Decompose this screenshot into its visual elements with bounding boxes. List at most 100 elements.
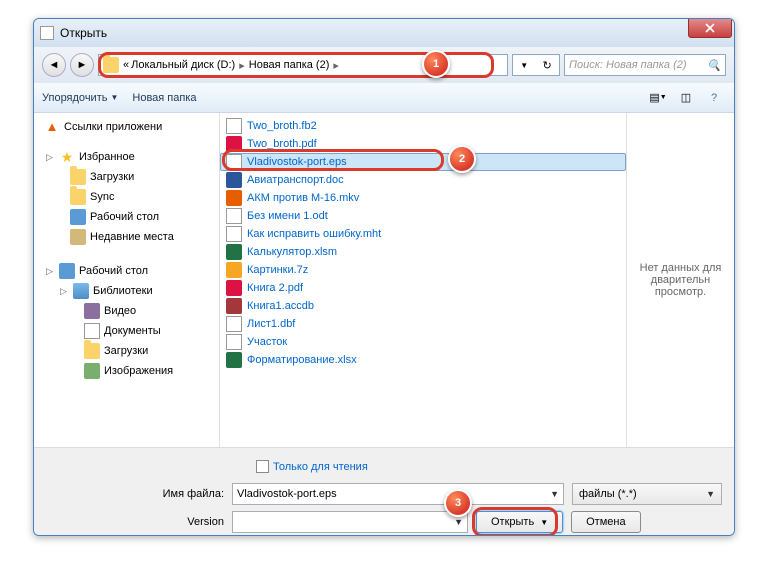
file-item[interactable]: Картинки.7z bbox=[220, 261, 626, 279]
version-label: Version bbox=[46, 516, 224, 528]
preview-pane-button[interactable]: ◫ bbox=[674, 87, 698, 109]
file-list: Two_broth.fb2 Two_broth.pdf Vladivostok-… bbox=[220, 113, 626, 447]
nav-back-button[interactable]: ◄ bbox=[42, 53, 66, 77]
images-icon bbox=[84, 363, 100, 379]
titlebar: Открыть bbox=[34, 19, 734, 47]
tree-app-links[interactable]: ▲Ссылки приложени bbox=[34, 117, 219, 137]
callout-2: 2 bbox=[448, 145, 476, 173]
sidebar: ▲Ссылки приложени ▷★Избранное Загрузки S… bbox=[34, 113, 220, 447]
tree-images[interactable]: Изображения bbox=[34, 361, 219, 381]
file-item[interactable]: Two_broth.pdf bbox=[220, 135, 626, 153]
view-icon: ▤ bbox=[649, 91, 659, 104]
file-item[interactable]: Форматирование.xlsx bbox=[220, 351, 626, 369]
nav-forward-button[interactable]: ► bbox=[70, 53, 94, 77]
search-icon: 🔍 bbox=[707, 59, 721, 72]
chevron-down-icon: ▼ bbox=[550, 489, 559, 499]
file-item[interactable]: Участок bbox=[220, 333, 626, 351]
libraries-icon bbox=[73, 283, 89, 299]
window-title: Открыть bbox=[60, 26, 107, 40]
excel-icon bbox=[226, 244, 242, 260]
file-item[interactable]: Лист1.dbf bbox=[220, 315, 626, 333]
file-icon bbox=[226, 226, 242, 242]
search-placeholder: Поиск: Новая папка (2) bbox=[569, 59, 687, 71]
help-button[interactable]: ? bbox=[702, 87, 726, 109]
preview-pane: Нет данных для дварительн просмотр. bbox=[626, 113, 734, 447]
open-button[interactable]: Открыть ▼ bbox=[476, 511, 563, 533]
split-arrow-icon: ▼ bbox=[540, 518, 548, 527]
bottom-panel: Только для чтения Имя файла: Vladivostok… bbox=[34, 447, 734, 536]
folder-icon bbox=[84, 343, 100, 359]
refresh-icon[interactable]: ↻ bbox=[543, 59, 552, 72]
address-actions: ▼ ↻ bbox=[512, 54, 560, 76]
readonly-checkbox[interactable] bbox=[256, 460, 269, 473]
pdf-icon bbox=[226, 280, 242, 296]
readonly-label: Только для чтения bbox=[273, 461, 368, 473]
excel-icon bbox=[226, 352, 242, 368]
folder-icon bbox=[70, 169, 86, 185]
file-item-selected[interactable]: Vladivostok-port.eps bbox=[220, 153, 626, 171]
tree-recent[interactable]: Недавние места bbox=[34, 227, 219, 247]
navbar: ◄ ► « Локальный диск (D:) ▸ Новая папка … bbox=[34, 47, 734, 83]
chevron-down-icon: ▼ bbox=[660, 94, 667, 101]
filename-input[interactable]: Vladivostok-port.eps ▼ bbox=[232, 483, 564, 505]
word-icon bbox=[226, 172, 242, 188]
desktop-icon bbox=[70, 209, 86, 225]
app-icon bbox=[40, 26, 54, 40]
filter-combo[interactable]: файлы (*.*) ▼ bbox=[572, 483, 722, 505]
version-row: Version ▼ Открыть ▼ 3 Отмена bbox=[46, 511, 722, 533]
tree-sync[interactable]: Sync bbox=[34, 187, 219, 207]
tree-videos[interactable]: Видео bbox=[34, 301, 219, 321]
breadcrumb-prefix: « bbox=[123, 59, 129, 71]
star-icon: ★ bbox=[59, 149, 75, 165]
tree-downloads-lib[interactable]: Загрузки bbox=[34, 341, 219, 361]
tree-desktop[interactable]: ▷Рабочий стол bbox=[34, 261, 219, 281]
archive-icon bbox=[226, 262, 242, 278]
arrow-left-icon: ◄ bbox=[49, 59, 60, 71]
pdf-icon bbox=[226, 136, 242, 152]
breadcrumb-part1[interactable]: Локальный диск (D:) bbox=[131, 59, 235, 71]
tree-downloads[interactable]: Загрузки bbox=[34, 167, 219, 187]
recent-icon bbox=[70, 229, 86, 245]
callout-1: 1 bbox=[422, 50, 450, 78]
close-button[interactable] bbox=[688, 18, 732, 38]
expand-icon: ▷ bbox=[58, 286, 69, 297]
view-options-button[interactable]: ▤ ▼ bbox=[646, 87, 670, 109]
filename-row: Имя файла: Vladivostok-port.eps ▼ файлы … bbox=[46, 483, 722, 505]
video-icon bbox=[226, 190, 242, 206]
breadcrumb-part2[interactable]: Новая папка (2) bbox=[249, 59, 330, 71]
help-icon: ? bbox=[711, 92, 717, 104]
tree-documents[interactable]: Документы bbox=[34, 321, 219, 341]
cancel-button[interactable]: Отмена bbox=[571, 511, 640, 533]
file-item[interactable]: Книга 2.pdf bbox=[220, 279, 626, 297]
open-dialog: Открыть ◄ ► « Локальный диск (D:) ▸ Нова… bbox=[33, 18, 735, 536]
new-folder-button[interactable]: Новая папка bbox=[132, 92, 196, 104]
tree-desktop-fav[interactable]: Рабочий стол bbox=[34, 207, 219, 227]
arrow-right-icon: ► bbox=[77, 59, 88, 71]
search-input[interactable]: Поиск: Новая папка (2) 🔍 bbox=[564, 54, 726, 76]
file-item[interactable]: Книга1.accdb bbox=[220, 297, 626, 315]
file-icon bbox=[226, 208, 242, 224]
folder-icon bbox=[103, 57, 119, 73]
filter-text: файлы (*.*) bbox=[579, 488, 637, 500]
readonly-row: Только для чтения bbox=[46, 456, 722, 483]
expand-icon: ▷ bbox=[44, 266, 55, 277]
file-item[interactable]: Без имени 1.odt bbox=[220, 207, 626, 225]
tree-libraries[interactable]: ▷Библиотеки bbox=[34, 281, 219, 301]
callout-3: 3 bbox=[444, 489, 472, 517]
version-combo[interactable]: ▼ bbox=[232, 511, 468, 533]
chevron-down-icon: ▼ bbox=[706, 489, 715, 499]
file-item[interactable]: Калькулятор.xlsm bbox=[220, 243, 626, 261]
file-item[interactable]: Авиатранспорт.doc bbox=[220, 171, 626, 189]
chevron-down-icon[interactable]: ▼ bbox=[520, 61, 528, 70]
filename-value: Vladivostok-port.eps bbox=[237, 488, 337, 500]
expand-icon: ▷ bbox=[44, 152, 55, 163]
organize-menu[interactable]: Упорядочить ▼ bbox=[42, 92, 118, 104]
file-item[interactable]: Как исправить ошибку.mht bbox=[220, 225, 626, 243]
file-item[interactable]: Two_broth.fb2 bbox=[220, 117, 626, 135]
chevron-right-icon: ▸ bbox=[331, 59, 341, 72]
tree-favorites[interactable]: ▷★Избранное bbox=[34, 147, 219, 167]
file-item[interactable]: АКМ против М-16.mkv bbox=[220, 189, 626, 207]
content: ▲Ссылки приложени ▷★Избранное Загрузки S… bbox=[34, 113, 734, 447]
file-icon bbox=[226, 118, 242, 134]
folder-icon bbox=[70, 189, 86, 205]
